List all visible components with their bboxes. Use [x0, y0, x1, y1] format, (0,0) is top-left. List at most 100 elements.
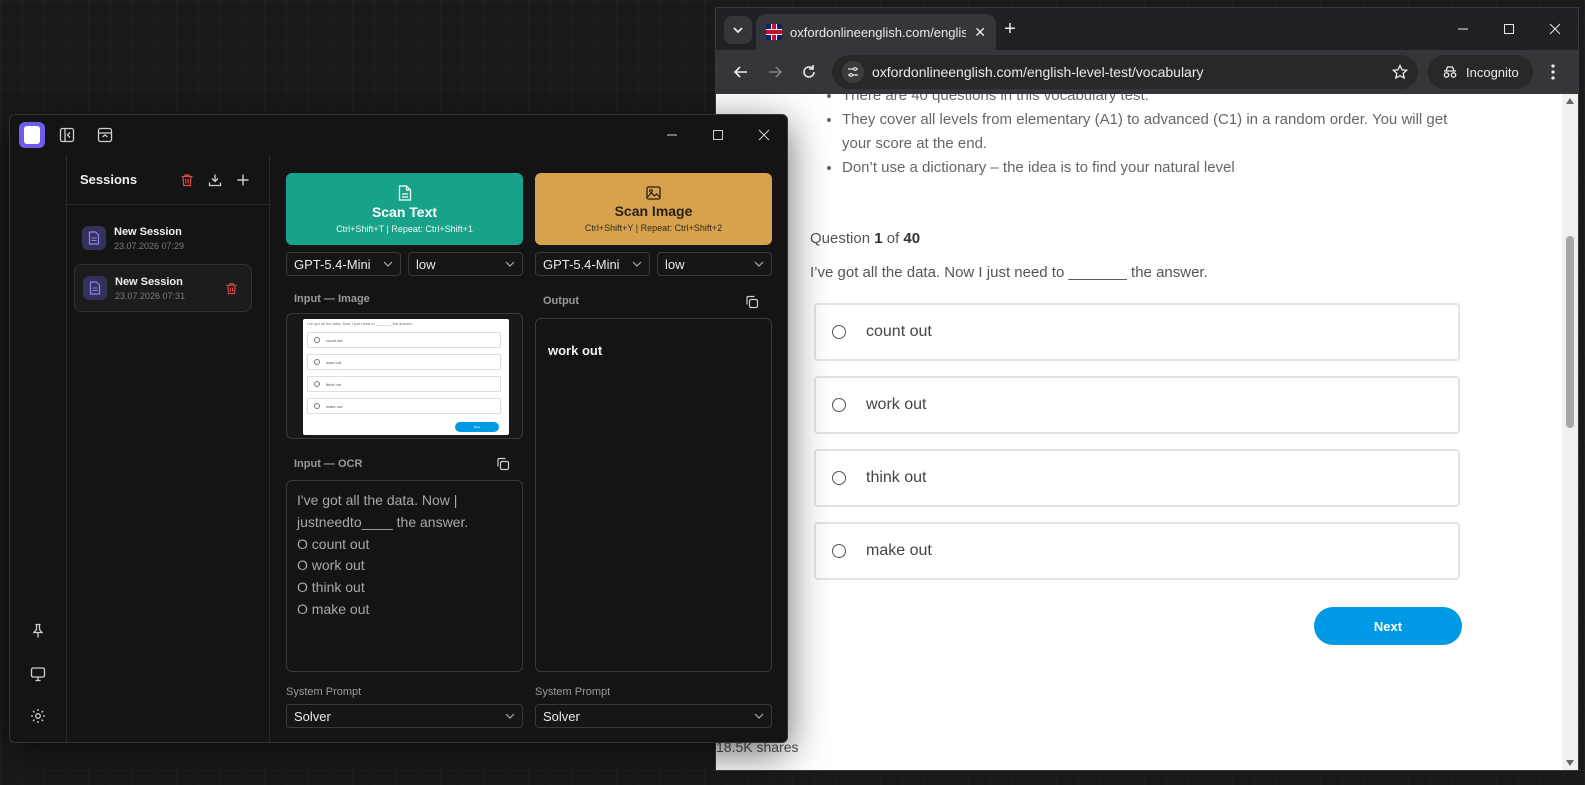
page-scrollbar[interactable]: [1562, 94, 1578, 770]
sidebar-collapse-icon: [59, 127, 75, 143]
system-prompt-label: System Prompt: [286, 686, 362, 698]
chevron-down-icon: [505, 261, 515, 267]
question-text: I’ve got all the data. Now I just need t…: [810, 264, 1208, 281]
browser-tab[interactable]: oxfordonlineenglish.com/englis ✕: [756, 14, 996, 50]
url-text: oxfordonlineenglish.com/english-level-te…: [872, 64, 1204, 80]
system-prompt-select[interactable]: Solver: [535, 704, 772, 728]
close-tab-icon[interactable]: ✕: [974, 24, 986, 41]
document-icon: [83, 276, 107, 300]
download-icon: [208, 174, 222, 186]
session-item[interactable]: New Session 23.07.2026 07:29: [74, 214, 252, 262]
input-image-preview[interactable]: I've got all the data. Now I just need t…: [286, 313, 523, 439]
text-model-row: GPT-5.4-Mini low: [286, 252, 523, 276]
document-icon: [82, 226, 106, 250]
delete-session-button[interactable]: [219, 282, 243, 295]
screenshot-thumbnail: I've got all the data. Now I just need t…: [303, 319, 509, 435]
scan-text-button[interactable]: Scan Text Ctrl+Shift+T | Repeat: Ctrl+Sh…: [286, 173, 523, 245]
text-model-select[interactable]: GPT-5.4-Mini: [286, 252, 401, 276]
tab-search-button[interactable]: [724, 16, 752, 44]
radio-button[interactable]: [832, 544, 846, 558]
session-name: New Session: [115, 275, 183, 288]
incognito-badge[interactable]: Incognito: [1428, 55, 1533, 89]
delete-all-sessions-button[interactable]: [173, 166, 201, 194]
chevron-down-icon: [505, 713, 515, 719]
answer-option[interactable]: make out: [814, 522, 1460, 580]
address-bar[interactable]: oxfordonlineenglish.com/english-level-te…: [832, 55, 1418, 89]
tab-title: oxfordonlineenglish.com/englis: [790, 24, 967, 40]
app-close-button[interactable]: [741, 115, 787, 155]
new-session-button[interactable]: [229, 166, 257, 194]
incognito-icon: [1443, 66, 1457, 78]
app-minimize-button[interactable]: [649, 115, 695, 155]
image-model-row: GPT-5.4-Mini low: [535, 252, 772, 276]
radio-button[interactable]: [832, 325, 846, 339]
scan-text-hint: Ctrl+Shift+T | Repeat: Ctrl+Shift+1: [336, 223, 473, 234]
site-info-icon[interactable]: [842, 61, 864, 83]
image-effort-select[interactable]: low: [657, 252, 772, 276]
sessions-header: Sessions: [67, 155, 269, 205]
browser-window-controls: [1440, 8, 1578, 50]
toggle-panel-button[interactable]: [89, 119, 121, 151]
scroll-down-icon[interactable]: [1566, 760, 1574, 766]
input-image-label: Input — Image: [294, 293, 370, 305]
minimize-button[interactable]: [1440, 8, 1486, 50]
minimize-icon: [667, 134, 677, 136]
app-maximize-button[interactable]: [695, 115, 741, 155]
forward-button[interactable]: [758, 55, 792, 89]
display-button[interactable]: [26, 662, 50, 686]
file-text-icon: [398, 184, 411, 201]
answer-option[interactable]: work out: [814, 376, 1460, 434]
scroll-up-icon[interactable]: [1566, 98, 1574, 104]
output-box[interactable]: work out: [535, 318, 772, 672]
bookmark-star-icon[interactable]: [1392, 64, 1408, 80]
app-window-controls: [649, 115, 787, 155]
browser-window: oxfordonlineenglish.com/englis ✕ + oxfor…: [715, 7, 1579, 771]
scrollbar-thumb[interactable]: [1566, 236, 1574, 428]
incognito-label: Incognito: [1466, 64, 1519, 80]
reload-icon: [803, 65, 815, 78]
chevron-down-icon: [632, 261, 642, 267]
pin-button[interactable]: [26, 619, 50, 643]
tab-strip: oxfordonlineenglish.com/englis ✕ +: [716, 8, 1578, 50]
text-effort-select[interactable]: low: [408, 252, 523, 276]
copy-output-button[interactable]: [743, 293, 761, 311]
gear-icon: [31, 709, 45, 723]
chevron-down-icon: [754, 261, 764, 267]
session-item-active[interactable]: New Session 23.07.2026 07:31: [74, 264, 252, 312]
arrow-right-icon: [769, 66, 783, 78]
settings-button[interactable]: [26, 704, 50, 728]
ocr-textarea[interactable]: I've got all the data. Now | justneedto_…: [286, 480, 523, 672]
toggle-sidebar-button[interactable]: [51, 119, 83, 151]
output-label: Output: [543, 295, 580, 307]
next-button[interactable]: Next: [1314, 607, 1462, 645]
image-model-select[interactable]: GPT-5.4-Mini: [535, 252, 650, 276]
close-button[interactable]: [1532, 8, 1578, 50]
intro-bullet: They cover all levels from elementary (A…: [842, 108, 1462, 156]
chevron-down-icon: [383, 261, 393, 267]
scan-text-label: Scan Text: [371, 203, 438, 220]
answer-options: count out work out think out make out: [814, 303, 1460, 595]
web-page: There are 40 questions in this vocabular…: [716, 94, 1578, 770]
workspace: Scan Text Ctrl+Shift+T | Repeat: Ctrl+Sh…: [271, 155, 787, 742]
reload-button[interactable]: [792, 55, 826, 89]
close-icon: [758, 129, 770, 141]
browser-menu-button[interactable]: [1539, 64, 1567, 80]
copy-ocr-button[interactable]: [494, 455, 512, 473]
intro-bullet: There are 40 questions in this vocabular…: [842, 94, 1462, 108]
answer-option[interactable]: think out: [814, 449, 1460, 507]
back-button[interactable]: [724, 55, 758, 89]
plus-icon: [237, 174, 249, 185]
export-sessions-button[interactable]: [201, 166, 229, 194]
new-tab-button[interactable]: +: [1000, 19, 1020, 39]
maximize-button[interactable]: [1486, 8, 1532, 50]
radio-button[interactable]: [832, 471, 846, 485]
radio-button[interactable]: [832, 398, 846, 412]
pin-icon: [32, 623, 44, 638]
scan-image-button[interactable]: Scan Image Ctrl+Shift+Y | Repeat: Ctrl+S…: [535, 173, 772, 245]
answer-option[interactable]: count out: [814, 303, 1460, 361]
browser-toolbar: oxfordonlineenglish.com/english-level-te…: [716, 50, 1578, 94]
system-prompt-select[interactable]: Solver: [286, 704, 523, 728]
panel-top-icon: [97, 127, 113, 143]
intro-bullet: Don’t use a dictionary – the idea is to …: [842, 156, 1462, 180]
image-icon: [646, 185, 661, 200]
